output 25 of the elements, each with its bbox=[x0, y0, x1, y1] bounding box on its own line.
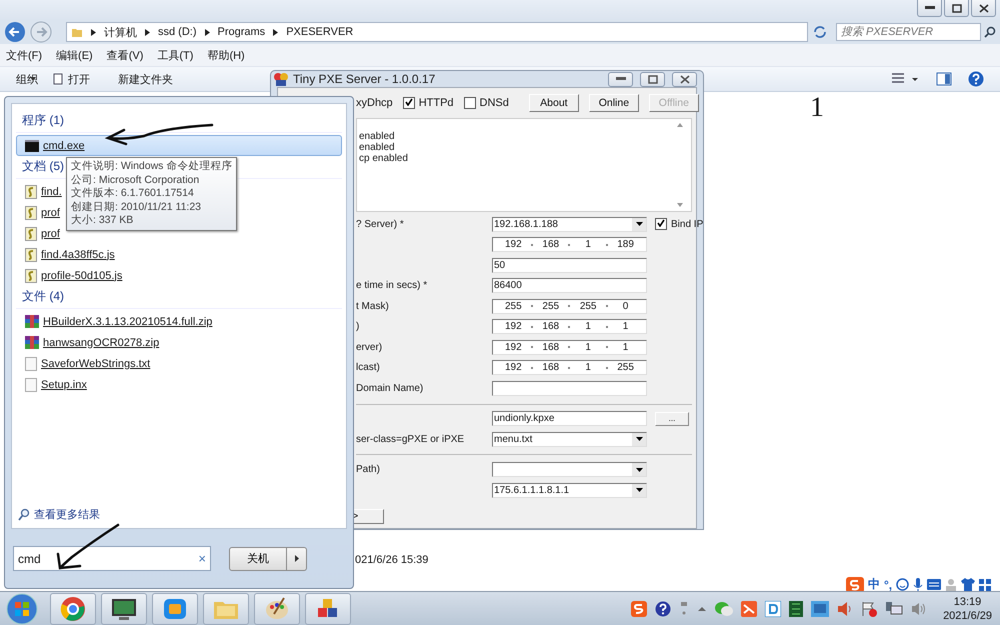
field-label: t Mask) bbox=[356, 300, 390, 312]
field-label: ) bbox=[356, 321, 360, 332]
section-heading: 文件 (4) bbox=[16, 286, 342, 309]
field-label: e time in secs) * bbox=[356, 280, 428, 292]
tooltip-line: 文件版本: 6.1.7601.17514 bbox=[71, 187, 195, 201]
option-label: xyDhcp bbox=[356, 97, 393, 109]
checkbox-label: HTTPd bbox=[418, 97, 454, 109]
log-line: enabled bbox=[359, 142, 396, 153]
section-heading: 程序 (1) bbox=[16, 110, 342, 133]
field-label: lcast) bbox=[356, 362, 381, 374]
checkbox-label: DNSd bbox=[480, 97, 509, 109]
window-title: Tiny PXE Server - 1.0.0.17 bbox=[293, 72, 436, 86]
field-label: Path) bbox=[356, 464, 381, 476]
file-name: 1 bbox=[810, 92, 824, 124]
log-line: enabled bbox=[359, 131, 396, 142]
tooltip-line: 文件说明: Windows 命令处理程序 bbox=[71, 160, 232, 174]
field-label: erver) bbox=[356, 342, 384, 353]
checkbox-label: Bind IP bbox=[671, 218, 704, 230]
file-date: 021/6/26 15:39 bbox=[355, 554, 428, 566]
log-line: cp enabled bbox=[359, 153, 409, 164]
tooltip-line: 创建日期: 2010/11/21 11:23 bbox=[71, 200, 202, 214]
field-label: ? Server) * bbox=[356, 218, 405, 230]
tooltip-line: 大小: 337 KB bbox=[71, 214, 134, 228]
field-label: ser-class=gPXE or iPXE bbox=[356, 434, 466, 445]
field-label: Domain Name) bbox=[356, 382, 424, 394]
